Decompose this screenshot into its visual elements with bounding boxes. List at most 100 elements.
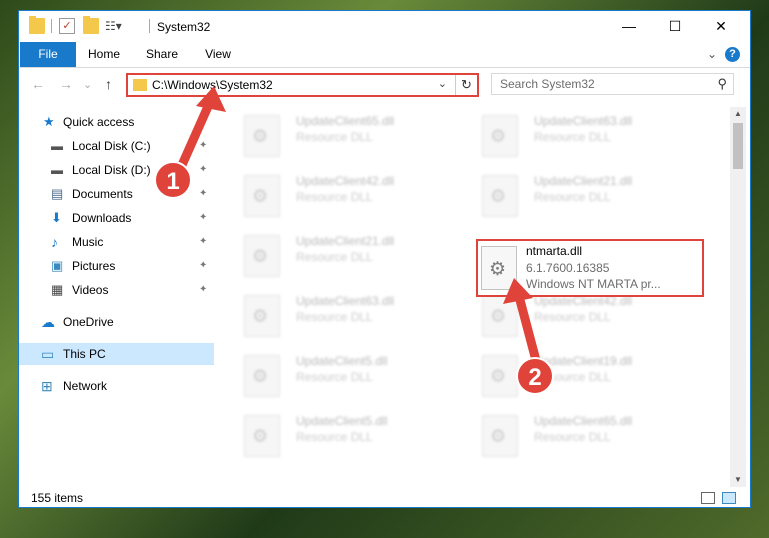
ribbon-expand-icon[interactable]: ⌄	[707, 47, 717, 61]
download-icon: ⬇	[51, 210, 62, 225]
tab-share[interactable]: Share	[139, 42, 185, 67]
file-name: UpdateClient5.dll	[296, 354, 388, 368]
pictures-icon: ▣	[51, 258, 64, 273]
annotation-marker-2: 2	[516, 357, 554, 395]
up-arrow-icon[interactable]: ↑	[105, 76, 112, 92]
drive-icon: ▬	[51, 163, 63, 177]
pin-icon: ✦	[199, 260, 208, 271]
file-description: Resource DLL	[296, 370, 373, 384]
quick-access-customize-icon[interactable]: ☷▾	[105, 18, 122, 34]
forward-arrow-icon[interactable]: →	[59, 76, 73, 92]
new-folder-icon[interactable]	[83, 16, 99, 34]
list-item[interactable]: UpdateClient19.dll Resource DLL	[472, 351, 702, 401]
annotation-marker-1: 1	[154, 161, 192, 199]
file-name: UpdateClient42.dll	[296, 174, 395, 188]
dll-file-icon	[482, 115, 518, 157]
tab-file[interactable]: File	[20, 42, 76, 67]
sidebar-item-quick-access[interactable]: ★ Quick access	[19, 111, 214, 133]
sidebar-item-videos[interactable]: ▦ Videos ✦	[19, 279, 214, 301]
sidebar-item-downloads[interactable]: ⬇ Downloads ✦	[19, 207, 214, 229]
file-description: Resource DLL	[296, 430, 373, 444]
list-item[interactable]: UpdateClient5.dll Resource DLL	[234, 351, 464, 401]
file-description: Resource DLL	[296, 250, 373, 264]
sidebar-item-label: Local Disk (C:)	[72, 139, 151, 153]
file-description: Resource DLL	[296, 130, 373, 144]
pin-icon: ✦	[199, 140, 208, 151]
file-name: ntmarta.dll	[526, 244, 583, 258]
sidebar-item-music[interactable]: ♪ Music ✦	[19, 231, 214, 253]
dll-file-icon	[244, 115, 280, 157]
item-count: 155 items	[31, 491, 84, 505]
address-path[interactable]: C:\Windows\System32	[152, 78, 273, 92]
sidebar-item-label: Local Disk (D:)	[72, 163, 151, 177]
minimize-button[interactable]: —	[606, 11, 652, 42]
address-bar[interactable]: C:\Windows\System32 ⌄ ↻	[126, 73, 479, 97]
pin-icon: ✦	[199, 212, 208, 223]
scroll-thumb[interactable]	[733, 123, 743, 169]
list-item[interactable]: UpdateClient21.dll Resource DLL	[472, 171, 702, 221]
search-icon[interactable]: ⚲	[717, 76, 727, 92]
folder-icon[interactable]	[29, 16, 45, 34]
file-name: UpdateClient21.dll	[534, 174, 633, 188]
close-button[interactable]: ✕	[698, 11, 744, 42]
sidebar-item-this-pc[interactable]: ▭ This PC	[19, 343, 214, 365]
window-title: System32	[157, 20, 211, 34]
folder-icon	[133, 79, 147, 91]
search-input[interactable]: Search System32 ⚲	[491, 73, 734, 95]
recent-locations-chevron-icon[interactable]: ⌄	[83, 78, 92, 91]
sidebar-item-label: Music	[72, 235, 104, 249]
tab-home[interactable]: Home	[81, 42, 127, 67]
dll-file-icon	[482, 175, 518, 217]
maximize-button[interactable]: ☐	[652, 11, 698, 42]
sidebar-item-label: Network	[63, 379, 108, 393]
drive-icon: ▬	[51, 139, 63, 153]
dll-file-icon	[244, 175, 280, 217]
sidebar-item-label: Downloads	[72, 211, 132, 225]
list-item[interactable]: UpdateClient5.dll Resource DLL	[234, 411, 464, 461]
sidebar-item-pictures[interactable]: ▣ Pictures ✦	[19, 255, 214, 277]
properties-check-icon[interactable]: ✓	[59, 18, 75, 34]
dll-file-icon	[244, 355, 280, 397]
details-view-icon[interactable]	[701, 492, 715, 504]
sidebar-item-network[interactable]: ⊞ Network	[19, 375, 214, 397]
music-icon: ♪	[51, 234, 58, 250]
documents-icon: ▤	[51, 186, 64, 201]
sidebar-item-label: Videos	[72, 283, 109, 297]
address-dropdown-icon[interactable]: ⌄	[438, 77, 447, 90]
separator	[149, 19, 150, 33]
sidebar-item-local-disk-c[interactable]: ▬ Local Disk (C:) ✦	[19, 135, 214, 157]
tab-view[interactable]: View	[195, 42, 241, 67]
list-item[interactable]: UpdateClient63.dll Resource DLL	[234, 291, 464, 341]
file-explorer-window: ✓ ☷▾ System32 — ☐ ✕ File Home Share View…	[18, 10, 751, 508]
star-icon: ★	[43, 114, 55, 129]
scroll-down-arrow-icon[interactable]: ▼	[730, 473, 746, 487]
help-icon[interactable]: ?	[725, 47, 740, 62]
vertical-scrollbar[interactable]: ▲ ▼	[730, 107, 746, 487]
list-item[interactable]: UpdateClient63.dll Resource DLL	[472, 111, 702, 161]
list-item[interactable]: UpdateClient42.dll Resource DLL	[472, 291, 702, 341]
file-name: UpdateClient63.dll	[534, 114, 633, 128]
list-item[interactable]: UpdateClient65.dll Resource DLL	[472, 411, 702, 461]
file-name: UpdateClient65.dll	[534, 414, 633, 428]
refresh-button[interactable]: ↻	[455, 75, 477, 95]
dll-file-icon	[481, 246, 517, 290]
computer-icon: ▭	[41, 346, 55, 362]
back-arrow-icon[interactable]: ←	[31, 76, 45, 92]
file-name: UpdateClient63.dll	[296, 294, 395, 308]
navigation-bar: ← → ⌄ ↑ C:\Windows\System32 ⌄ ↻ Search S…	[19, 69, 750, 100]
list-item[interactable]: UpdateClient21.dll Resource DLL	[234, 231, 464, 281]
title-bar: ✓ ☷▾ System32 — ☐ ✕	[19, 11, 750, 42]
sidebar-item-onedrive[interactable]: ☁ OneDrive	[19, 311, 214, 333]
pin-icon: ✦	[199, 164, 208, 175]
highlighted-file-ntmarta[interactable]: ntmarta.dll 6.1.7600.16385 Windows NT MA…	[476, 239, 704, 297]
large-icons-view-icon[interactable]	[722, 492, 736, 504]
dll-file-icon	[482, 355, 518, 397]
file-name: UpdateClient5.dll	[296, 414, 388, 428]
list-item[interactable]: UpdateClient42.dll Resource DLL	[234, 171, 464, 221]
pin-icon: ✦	[199, 236, 208, 247]
list-item[interactable]: UpdateClient65.dll Resource DLL	[234, 111, 464, 161]
navigation-pane: ★ Quick access ▬ Local Disk (C:) ✦ ▬ Loc…	[19, 107, 214, 477]
file-description: Resource DLL	[534, 130, 611, 144]
scroll-up-arrow-icon[interactable]: ▲	[730, 107, 746, 121]
file-description: Resource DLL	[296, 190, 373, 204]
